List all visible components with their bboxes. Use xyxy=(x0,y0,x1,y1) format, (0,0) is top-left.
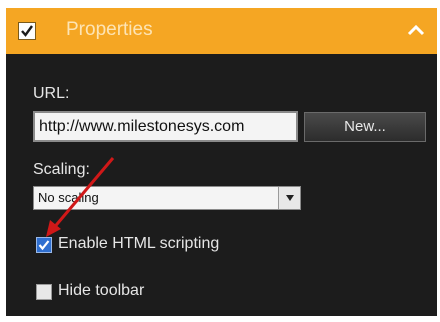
properties-panel: Properties URL: http://www.milestonesys.… xyxy=(6,8,437,316)
red-arrow xyxy=(46,157,115,237)
